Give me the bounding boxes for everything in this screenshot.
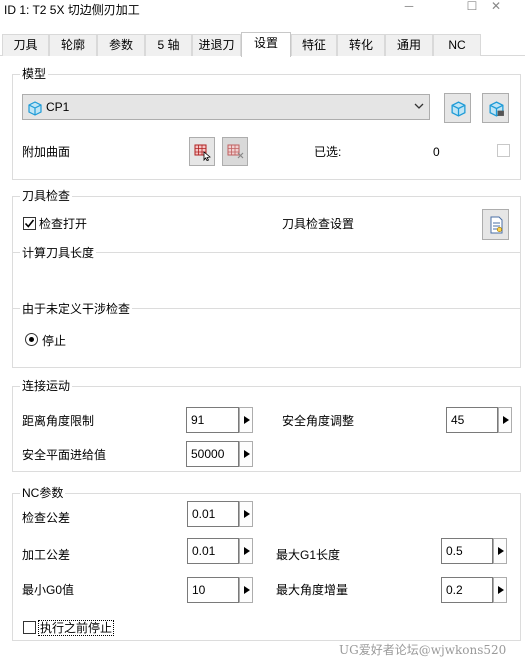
- model-group: [12, 74, 521, 180]
- tab-general[interactable]: 通用: [385, 34, 433, 56]
- tab-nc[interactable]: NC: [433, 34, 481, 56]
- tool-check-settings-button[interactable]: [482, 209, 509, 240]
- max-g1-length-input[interactable]: 0.5: [441, 538, 493, 564]
- min-g0-label: 最小G0值: [22, 583, 75, 597]
- window-title: ID 1: T2 5X 切边侧刃加工: [4, 3, 140, 17]
- safe-angle-adjust-spinner[interactable]: [498, 407, 512, 433]
- safe-plane-feed-input[interactable]: 50000: [186, 441, 239, 467]
- model-dropdown[interactable]: CP1: [22, 94, 430, 120]
- max-angle-increment-label: 最大角度增量: [276, 583, 349, 597]
- cube-edit-icon: [488, 100, 505, 120]
- safe-angle-adjust-label: 安全角度调整: [282, 414, 355, 428]
- safe-angle-adjust-input[interactable]: 45: [446, 407, 498, 433]
- radio-dot: [29, 337, 34, 342]
- tab-profile[interactable]: 轮廓: [49, 34, 97, 56]
- select-surfaces-button[interactable]: [189, 137, 215, 166]
- tool-check-group: [12, 196, 521, 368]
- nc-params-group-label: NC参数: [20, 486, 66, 500]
- calc-tool-length-label: 计算刀具长度: [20, 246, 97, 260]
- machining-tolerance-label: 加工公差: [22, 548, 71, 562]
- check-open-label: 检查打开: [39, 217, 88, 231]
- check-tolerance-label: 检查公差: [22, 511, 71, 525]
- stop-before-exec-checkbox[interactable]: [23, 621, 36, 634]
- chevron-down-icon: [413, 98, 425, 117]
- nc-params-group: [12, 493, 521, 641]
- min-g0-spinner[interactable]: [239, 577, 253, 603]
- link-motion-group-label: 连接运动: [20, 379, 73, 393]
- safe-plane-feed-spinner[interactable]: [239, 441, 253, 467]
- cube-icon: [27, 100, 43, 119]
- distance-angle-limit-spinner[interactable]: [239, 407, 253, 433]
- surface-select-icon: [194, 143, 212, 164]
- model-settings-button[interactable]: [482, 93, 509, 123]
- document-icon: [488, 216, 505, 237]
- selected-label: 已选:: [314, 145, 342, 159]
- tab-parameters[interactable]: 参数: [97, 34, 145, 56]
- selected-count: 0: [433, 145, 440, 159]
- tool-check-settings-label: 刀具检查设置: [282, 217, 355, 231]
- tab-lead-in-out[interactable]: 进退刀: [192, 34, 241, 56]
- select-model-button[interactable]: [444, 93, 471, 123]
- minimize-button[interactable]: ─: [386, 0, 432, 14]
- stop-radio[interactable]: [25, 333, 38, 346]
- extra-surfaces-label: 附加曲面: [22, 145, 71, 159]
- check-open-checkbox[interactable]: [23, 217, 36, 230]
- tab-5-axis[interactable]: 5 轴: [145, 34, 192, 56]
- tab-features[interactable]: 特征: [291, 34, 337, 56]
- watermark-text: UG爱好者论坛@wjwkons520: [339, 643, 507, 657]
- stop-before-exec-label[interactable]: 执行之前停止: [38, 620, 115, 636]
- distance-angle-limit-label: 距离角度限制: [22, 414, 95, 428]
- checkmark-icon: [24, 219, 35, 228]
- max-g1-length-label: 最大G1长度: [276, 548, 341, 562]
- distance-angle-limit-input[interactable]: 91: [186, 407, 239, 433]
- max-angle-increment-spinner[interactable]: [493, 577, 507, 603]
- machining-tolerance-spinner[interactable]: [239, 538, 253, 564]
- max-g1-length-spinner[interactable]: [493, 538, 507, 564]
- tab-setup[interactable]: 设置: [241, 32, 291, 57]
- surface-clear-icon: [227, 143, 245, 164]
- close-button[interactable]: ✕: [473, 0, 519, 14]
- model-selected-value: CP1: [46, 100, 70, 114]
- max-angle-increment-input[interactable]: 0.2: [441, 577, 493, 603]
- tool-check-group-label: 刀具检查: [20, 189, 73, 203]
- machining-tolerance-input[interactable]: 0.01: [187, 538, 239, 564]
- clear-surfaces-button[interactable]: [222, 137, 248, 166]
- cube-icon: [450, 100, 467, 120]
- tab-transform[interactable]: 转化: [337, 34, 385, 56]
- model-group-label: 模型: [20, 67, 49, 81]
- check-tolerance-input[interactable]: 0.01: [187, 501, 239, 527]
- surfaces-checkbox[interactable]: [497, 144, 510, 157]
- tab-tool[interactable]: 刀具: [2, 34, 49, 56]
- safe-plane-feed-label: 安全平面进给值: [22, 448, 107, 462]
- stop-label: 停止: [42, 334, 67, 348]
- min-g0-input[interactable]: 10: [187, 577, 239, 603]
- undefined-gouge-label: 由于未定义干涉检查: [20, 302, 133, 316]
- check-tolerance-spinner[interactable]: [239, 501, 253, 527]
